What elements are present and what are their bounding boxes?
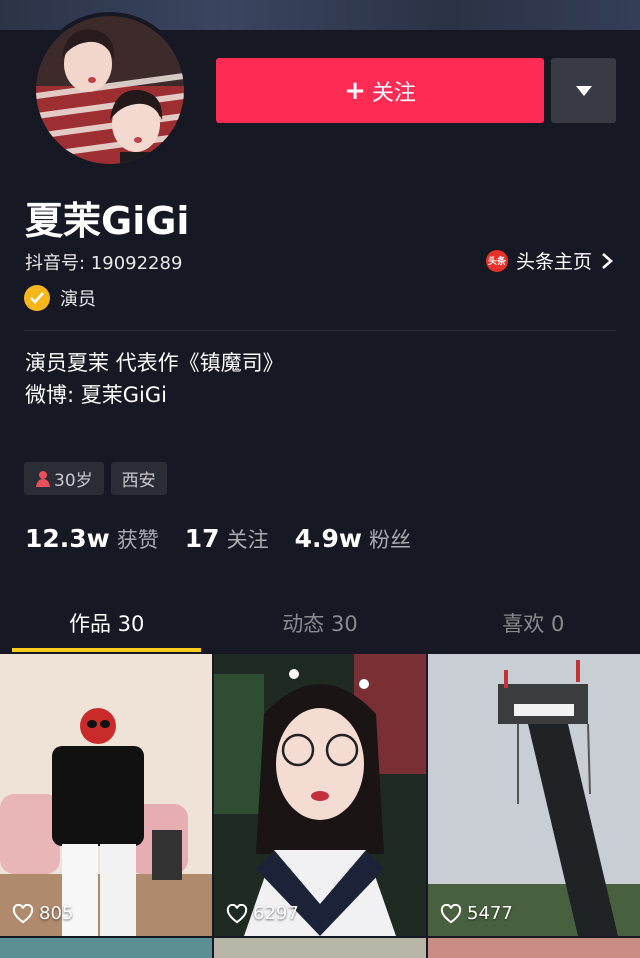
chevron-right-icon	[602, 252, 613, 269]
video-thumbnail[interactable]	[214, 938, 426, 958]
heart-icon	[12, 903, 34, 923]
followers-count: 4.9w	[294, 524, 362, 553]
likes-stat: 12.3w 获赞	[25, 524, 159, 554]
tags: 30岁 西安	[24, 462, 167, 495]
video-cover	[214, 654, 426, 936]
tab-dynamics[interactable]: 动态 30	[213, 600, 426, 652]
follow-button[interactable]: + 关注	[216, 58, 544, 123]
dropdown-arrow-icon	[575, 85, 592, 96]
bio: 演员夏茉 代表作《镇魔司》 微博: 夏茉GiGi	[25, 347, 284, 411]
follow-label: 关注	[371, 80, 416, 106]
verified-badge-icon	[24, 285, 50, 311]
tab-works[interactable]: 作品 30	[0, 600, 213, 652]
divider	[24, 330, 616, 331]
following-label: 关注	[226, 528, 269, 552]
video-likes: 6297	[226, 903, 299, 924]
video-likes-count: 5477	[467, 903, 513, 924]
plus-icon: +	[344, 75, 366, 106]
avatar[interactable]	[32, 12, 188, 168]
video-likes-count: 805	[39, 903, 74, 924]
bio-line: 演员夏茉 代表作《镇魔司》	[25, 351, 284, 375]
followers-stat[interactable]: 4.9w 粉丝	[295, 524, 411, 554]
age-tag: 30岁	[24, 462, 104, 495]
video-thumbnail[interactable]	[428, 938, 640, 958]
toutiao-logo-icon: 头条	[485, 249, 508, 272]
following-stat[interactable]: 17 关注	[185, 524, 269, 554]
tab-likes[interactable]: 喜欢 0	[427, 600, 640, 652]
verification-row: 演员	[24, 285, 96, 311]
active-tab-indicator	[12, 648, 201, 652]
video-likes: 5477	[440, 903, 513, 924]
video-grid: 805 6297 5477	[0, 654, 640, 958]
video-thumbnail[interactable]	[0, 938, 212, 958]
more-options-button[interactable]	[551, 58, 616, 123]
nickname: 夏茉GiGi	[25, 199, 190, 243]
verification-label: 演员	[60, 289, 96, 310]
city-tag: 西安	[110, 462, 167, 495]
bio-line: 微博: 夏茉GiGi	[25, 383, 167, 407]
likes-count: 12.3w	[25, 524, 110, 553]
heart-icon	[226, 903, 248, 923]
toutiao-homepage-link[interactable]: 头条 头条主页	[485, 247, 614, 274]
video-cover	[0, 654, 212, 936]
likes-label: 获赞	[116, 528, 159, 552]
profile-tabs: 作品 30 动态 30 喜欢 0	[0, 600, 640, 652]
video-likes-count: 6297	[253, 903, 299, 924]
video-thumbnail[interactable]: 6297	[214, 654, 426, 936]
video-cover	[428, 654, 640, 936]
female-icon	[36, 470, 50, 487]
followers-label: 粉丝	[368, 528, 411, 552]
following-count: 17	[184, 524, 220, 553]
avatar-photo	[36, 16, 184, 164]
video-thumbnail[interactable]: 5477	[428, 654, 640, 936]
heart-icon	[440, 903, 462, 923]
video-thumbnail[interactable]: 805	[0, 654, 212, 936]
city-text: 西安	[121, 471, 156, 491]
toutiao-label: 头条主页	[515, 251, 592, 273]
douyin-id: 抖音号: 19092289	[25, 253, 183, 274]
stats-row: 12.3w 获赞 17 关注 4.9w 粉丝	[25, 524, 437, 554]
video-likes: 805	[12, 903, 73, 924]
age-text: 30岁	[54, 471, 93, 491]
